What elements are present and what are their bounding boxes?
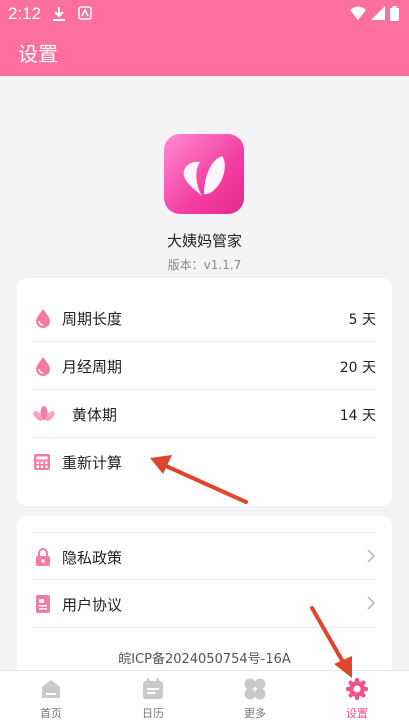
page-title: 设置 [18,42,58,66]
cycle-length-value: 5 天 [348,312,376,328]
clover-icon [244,678,266,700]
drop-icon [36,357,50,376]
tab-calendar[interactable]: 日历 [102,671,204,728]
wifi-icon [350,6,366,20]
chevron-right-icon [367,596,376,610]
user-agreement-row[interactable]: 用户协议 [33,580,376,628]
download-icon [53,7,65,21]
document-icon [36,595,50,613]
cycle-settings-card: 周期长度 5 天 月经周期 20 天 黄体期 14 天 重新计算 [17,278,392,506]
app-version: 版本：v1.1.7 [167,258,242,272]
cycle-length-label: 周期长度 [62,310,123,328]
recalculate-label: 重新计算 [62,454,123,472]
recalculate-row[interactable]: 重新计算 [33,438,376,486]
signal-icon [371,6,385,20]
calculator-icon [34,454,50,470]
tab-settings-label: 设置 [346,707,368,720]
app-logo [164,134,244,214]
tab-more-label: 更多 [244,707,266,720]
legal-card: 隐私政策 用户协议 [17,516,392,670]
lotus-icon [33,406,55,421]
luteal-phase-value: 14 天 [339,408,376,424]
drop-icon [36,309,50,328]
app-notification-icon [78,6,92,20]
cycle-length-row[interactable]: 周期长度 5 天 [33,294,376,342]
menstrual-cycle-label: 月经周期 [62,358,123,376]
app-name: 大姨妈管家 [166,232,242,250]
icp-record: 皖ICP备2024050754号-16A [118,652,291,667]
gear-icon [346,678,368,700]
tab-home-label: 首页 [40,707,62,720]
privacy-policy-label: 隐私政策 [62,549,123,567]
luteal-phase-label: 黄体期 [72,406,118,424]
app-bar: 设置 [0,28,409,76]
status-time: 2:12 [8,4,42,23]
user-agreement-label: 用户协议 [62,596,123,614]
tab-home[interactable]: 首页 [0,671,102,728]
home-icon [42,680,60,698]
chevron-right-icon [367,549,376,563]
tab-settings[interactable]: 设置 [306,671,408,728]
privacy-policy-row[interactable]: 隐私政策 [33,532,376,580]
calendar-icon [143,678,163,699]
status-bar: 2:12 [0,0,409,28]
lock-icon [36,548,50,566]
tab-more[interactable]: 更多 [204,671,306,728]
luteal-phase-row[interactable]: 黄体期 14 天 [33,390,376,438]
battery-icon [390,6,399,21]
butterfly-logo-icon [183,156,225,196]
menstrual-cycle-value: 20 天 [339,360,376,376]
bottom-tab-bar: 首页 日历 更多 设置 [0,670,409,728]
tab-calendar-label: 日历 [142,707,164,720]
menstrual-cycle-row[interactable]: 月经周期 20 天 [33,342,376,390]
settings-content[interactable]: 大姨妈管家 版本：v1.1.7 周期长度 5 天 月经周期 20 天 黄体期 1… [0,76,409,670]
